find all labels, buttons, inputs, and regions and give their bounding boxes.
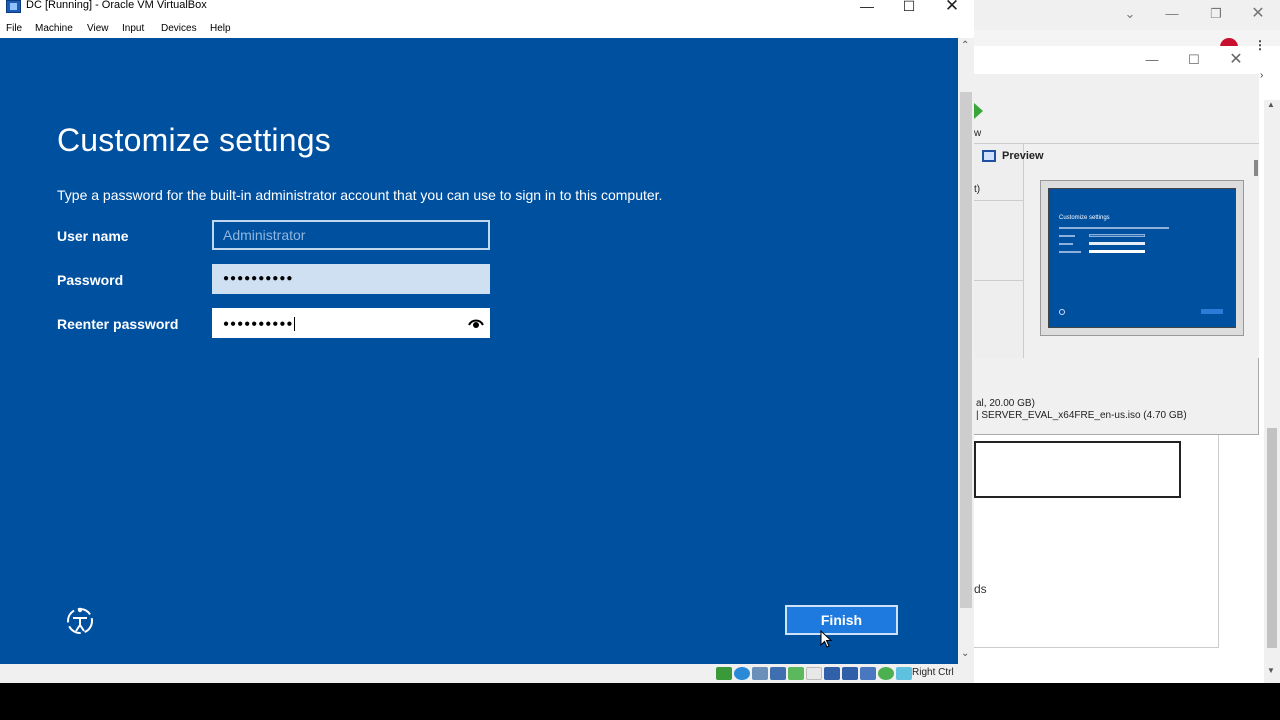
virtualbox-icon (6, 0, 21, 13)
minimize-icon[interactable]: — (852, 0, 882, 14)
minimize-icon[interactable]: — (1142, 52, 1162, 68)
background-window: ⌄ — ❐ ✕ ⋮ — ☐ ✕ w t) Preview Customize s… (974, 0, 1280, 683)
preview-thumbnail: Customize settings (1040, 180, 1244, 336)
preview-label-line (1059, 235, 1075, 237)
vm-manager-titlebar: — ☐ ✕ (974, 46, 1259, 74)
menu-file[interactable]: File (6, 20, 22, 34)
preview-label-line (1059, 251, 1081, 253)
eye-icon[interactable] (468, 316, 484, 330)
close-icon[interactable]: ✕ (1248, 6, 1268, 22)
shared-folders-icon[interactable] (806, 667, 822, 680)
preview-scrollbar[interactable] (1254, 160, 1258, 176)
restore-icon[interactable]: ❐ (1206, 6, 1226, 22)
scroll-down-icon[interactable]: ▼ (1267, 666, 1275, 675)
list-divider (974, 280, 1024, 281)
list-text-fragment: t) (974, 184, 981, 195)
menu-input[interactable]: Input (122, 20, 144, 34)
usb-icon[interactable] (788, 667, 804, 680)
scroll-up-icon[interactable]: ⌃ (961, 40, 969, 51)
storage-info: al, 20.00 GB) | SERVER_EVAL_x64FRE_en-us… (976, 398, 1187, 422)
network-icon[interactable] (770, 667, 786, 680)
video-capture-icon[interactable] (842, 667, 858, 680)
mouse-integration-icon[interactable] (896, 667, 912, 680)
background-text-fragment: ds (974, 582, 987, 596)
background-input-box[interactable] (974, 441, 1181, 498)
scroll-down-icon[interactable]: ⌄ (961, 648, 969, 659)
menu-machine[interactable]: Machine (35, 20, 73, 34)
text-caret (294, 317, 296, 331)
storage-line: | SERVER_EVAL_x64FRE_en-us.iso (4.70 GB) (976, 410, 1187, 421)
preview-text-line (1059, 227, 1169, 229)
virtualization-icon[interactable] (878, 667, 894, 680)
preview-field (1089, 250, 1145, 253)
window-title: DC [Running] - Oracle VM VirtualBox (26, 0, 207, 11)
scroll-thumb[interactable] (960, 92, 972, 608)
status-bar: Right Ctrl (0, 664, 974, 683)
close-icon[interactable]: ✕ (1226, 52, 1246, 68)
username-placeholder: Administrator (223, 227, 306, 243)
close-icon[interactable]: ✕ (937, 0, 967, 14)
preview-finish-button (1201, 309, 1223, 314)
virtualbox-window: DC [Running] - Oracle VM VirtualBox — ☐ … (0, 0, 974, 683)
vbox-titlebar: DC [Running] - Oracle VM VirtualBox — ☐ … (0, 0, 974, 20)
audio-icon[interactable] (752, 667, 768, 680)
page-description: Type a password for the built-in adminis… (57, 187, 663, 203)
scroll-up-icon[interactable]: ▲ (1267, 100, 1275, 109)
chevron-down-icon[interactable]: ⌄ (1120, 6, 1140, 22)
vm-list (974, 144, 1024, 358)
monitor-icon (982, 150, 996, 162)
username-field[interactable]: Administrator (212, 220, 490, 250)
preview-label: Preview (1002, 150, 1044, 162)
page-title: Customize settings (57, 122, 331, 158)
menu-devices[interactable]: Devices (161, 20, 197, 34)
preview-title: Customize settings (1059, 215, 1110, 221)
vm-manager-window: — ☐ ✕ w t) Preview Customize settings al… (974, 46, 1259, 435)
reenter-password-label: Reenter password (57, 316, 179, 332)
cpu-icon[interactable] (860, 667, 876, 680)
reenter-password-value: ●●●●●●●●●● (223, 318, 294, 330)
start-arrow-icon[interactable] (974, 103, 983, 119)
toolbar-label-fragment: w (974, 128, 982, 139)
host-key-label: Right Ctrl (912, 667, 954, 678)
reenter-password-field[interactable]: ●●●●●●●●●● (212, 308, 490, 338)
storage-line: al, 20.00 GB) (976, 398, 1035, 409)
menu-view[interactable]: View (87, 20, 109, 34)
preview-label-line (1059, 243, 1073, 245)
menu-help[interactable]: Help (210, 20, 231, 34)
vm-manager-toolbar (974, 74, 1259, 144)
preview-screen: Customize settings (1048, 188, 1236, 328)
mouse-cursor-icon (820, 630, 833, 648)
guest-display[interactable]: Customize settings Type a password for t… (0, 38, 958, 664)
minimize-icon[interactable]: — (1162, 6, 1182, 22)
vm-scrollbar[interactable]: ⌃ ⌄ (958, 38, 974, 664)
scroll-thumb[interactable] (1267, 428, 1277, 648)
status-icons (716, 667, 912, 680)
password-label: Password (57, 272, 124, 288)
background-scrollbar[interactable]: ▲ ▼ (1264, 100, 1280, 683)
optical-drive-icon[interactable] (734, 667, 750, 680)
finish-button[interactable]: Finish (785, 605, 898, 635)
list-divider (974, 200, 1024, 201)
preview-field (1089, 242, 1145, 245)
preview-field (1089, 234, 1145, 237)
display-icon[interactable] (824, 667, 840, 680)
maximize-icon[interactable]: ☐ (1184, 52, 1204, 68)
menu-bar: File Machine View Input Devices Help (0, 20, 974, 38)
preview-header: Preview (982, 150, 1044, 162)
password-value: ●●●●●●●●●● (223, 273, 294, 284)
ease-of-access-icon[interactable] (64, 604, 96, 636)
reenter-value-wrap: ●●●●●●●●●● (223, 317, 296, 331)
username-label: User name (57, 228, 129, 244)
preview-ease-icon (1059, 309, 1065, 315)
hard-disk-icon[interactable] (716, 667, 732, 680)
password-field[interactable]: ●●●●●●●●●● (212, 264, 490, 294)
maximize-icon[interactable]: ☐ (894, 0, 924, 14)
chevron-right-icon[interactable]: › (1260, 70, 1263, 81)
background-titlebar: ⌄ — ❐ ✕ (974, 0, 1280, 30)
